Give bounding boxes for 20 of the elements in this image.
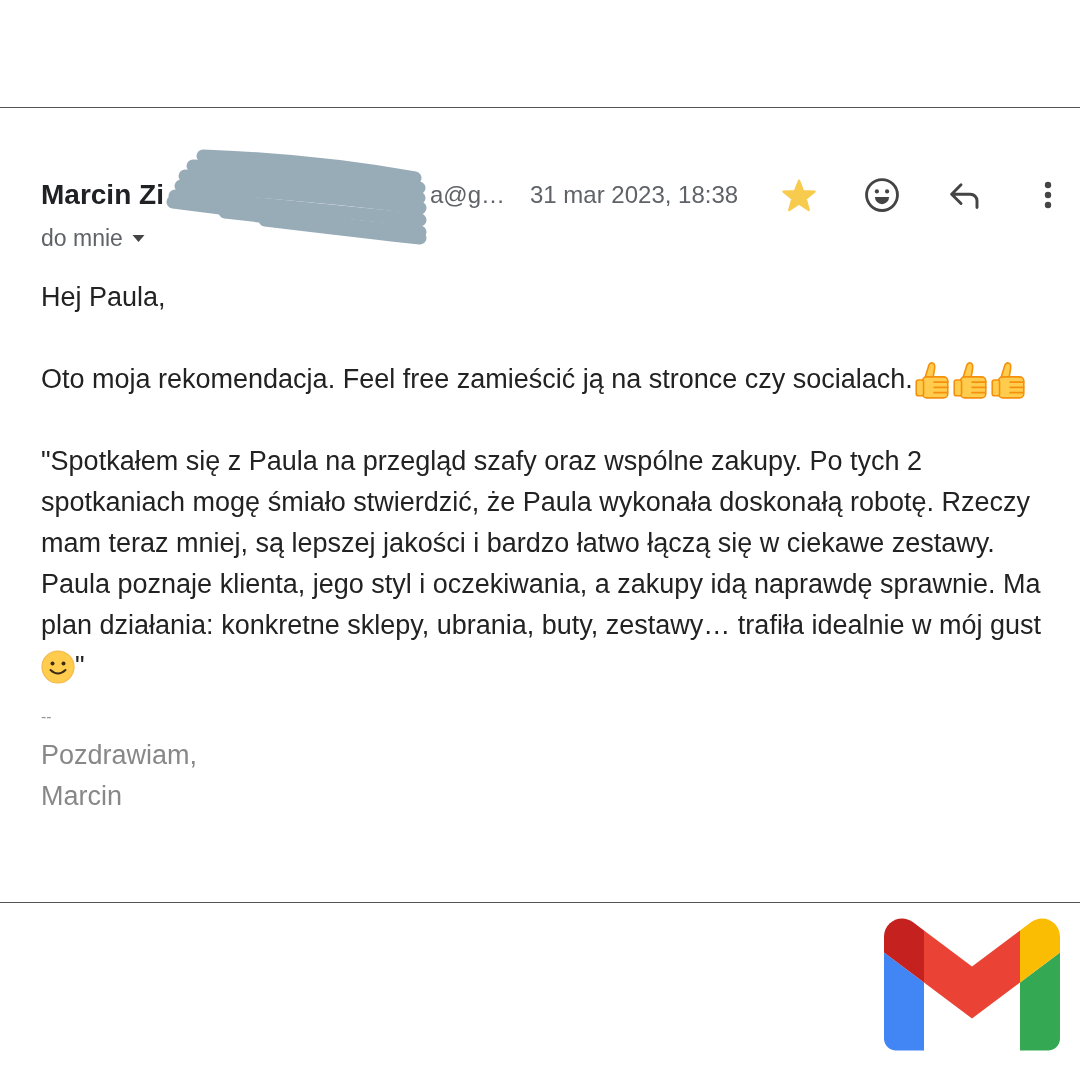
add-reaction-button[interactable] (862, 175, 902, 215)
greeting-text: Hej Paula, (41, 281, 166, 314)
sender-name: Marcin Zi (41, 178, 164, 212)
signature-line: Marcin (41, 780, 122, 813)
quote-mark: " (75, 650, 85, 683)
message-date: 31 mar 2023, 18:38 (530, 180, 739, 210)
more-vertical-icon (1044, 181, 1052, 209)
signature-line: Pozdrawiam, (41, 739, 198, 772)
thumbs-up-icon (988, 359, 1027, 400)
quote-text: "Spotkałem się z Paula na przegląd szafy oraz wspólne zakupy. Po tych 2 spotkaniach mogę śmiało stwierdzić, że Paula wykonała doskonałą robotę. Rzeczy mam teraz mniej, są lepszej jakości i bardzo łatwo łączą się w ciekawe zestawy. Paula poznaje klienta, jego styl i oczekiwania, a zakupy idą naprawdę sprawnie. Ma plan działania: konkretne sklepy, ubrania, buty, zestawy… trafiła idealnie w mój gust (41, 445, 1042, 642)
thumbs-up-icon (950, 359, 989, 400)
intro-text: Oto moja rekomendacja. Feel free zamieścić ją na stronce czy socialach. (41, 363, 913, 396)
thumbs-up-icon (912, 359, 951, 400)
recipient-details-button[interactable]: do mnie (41, 223, 145, 253)
sender-email: a@g… (429, 180, 505, 210)
reply-icon (949, 181, 981, 209)
smiley-face-icon (864, 177, 900, 213)
smiley-icon (41, 649, 75, 684)
caret-icon (131, 234, 145, 242)
signature-separator: -- (41, 707, 52, 727)
